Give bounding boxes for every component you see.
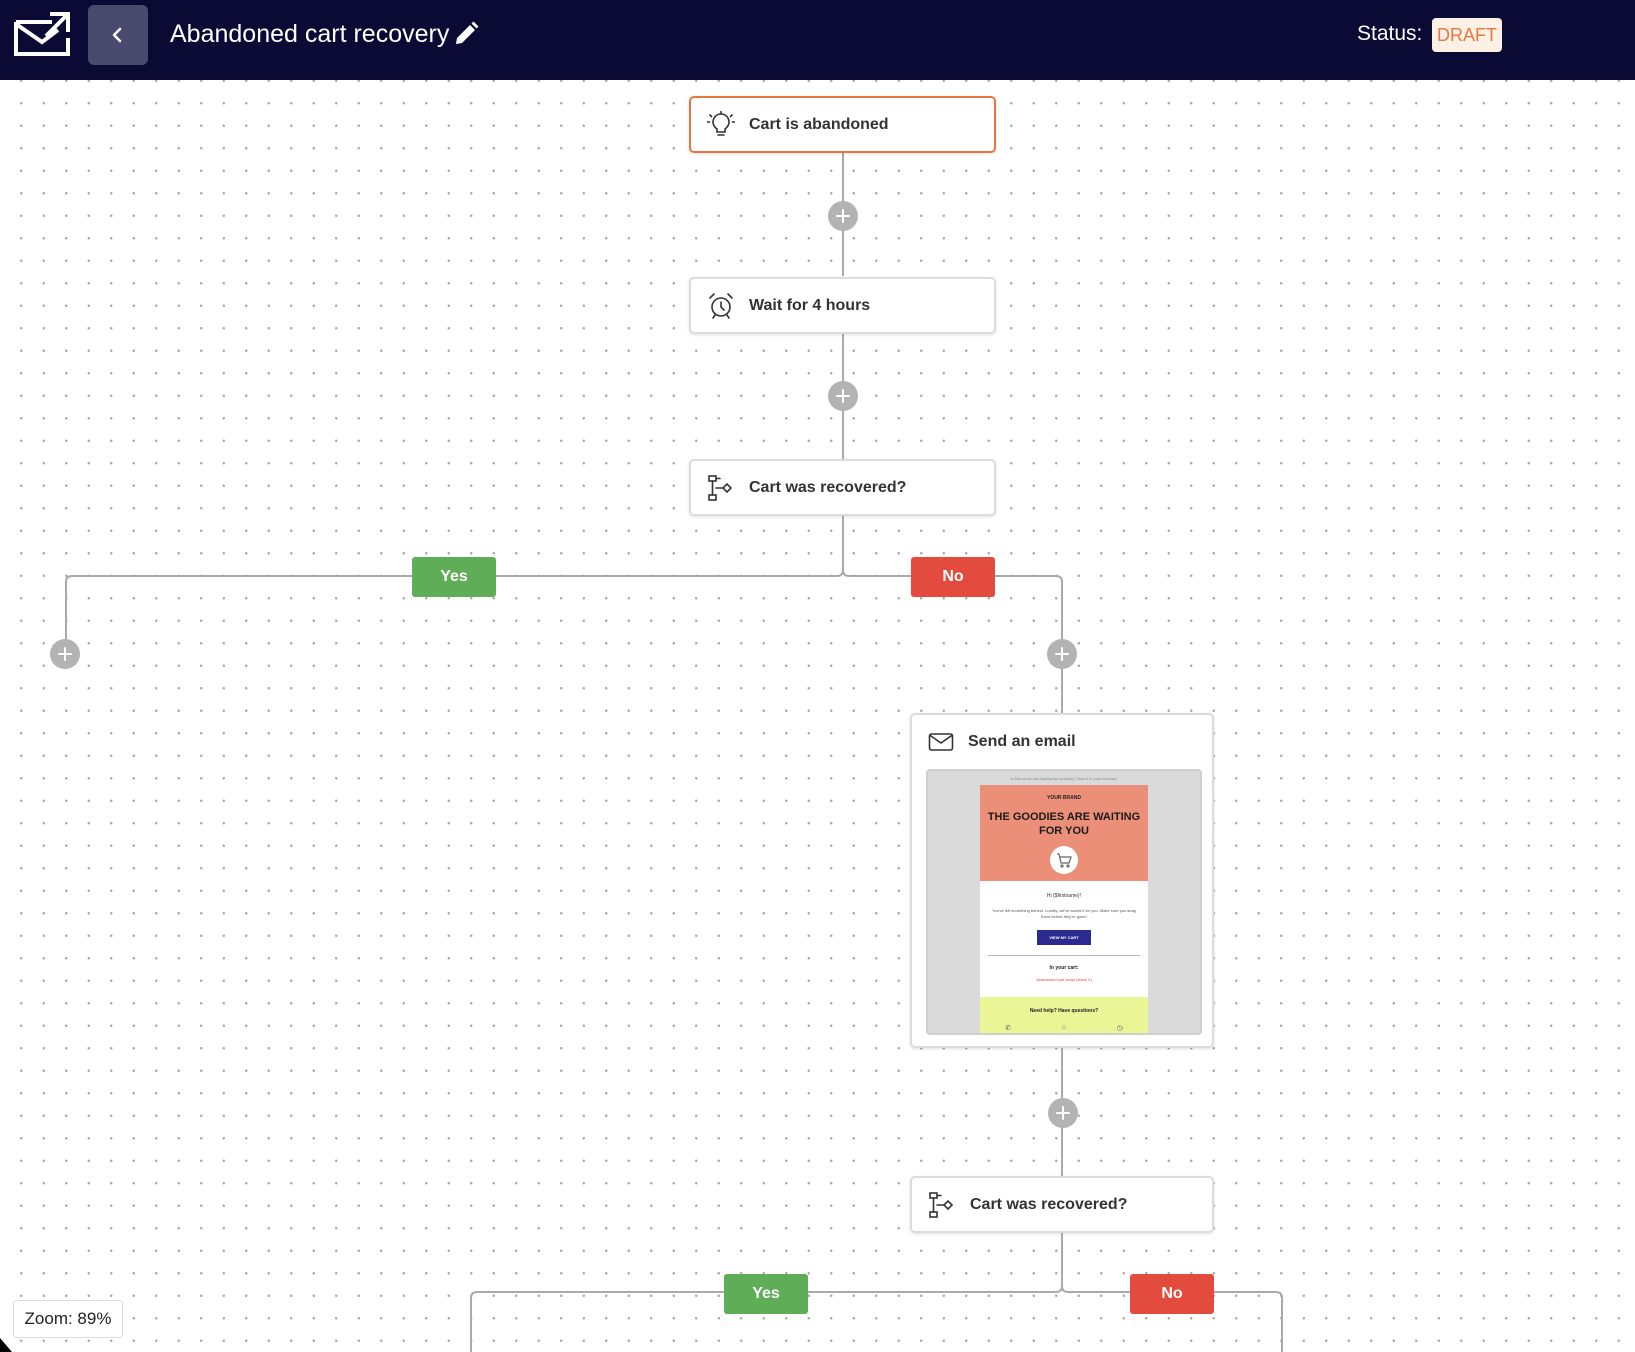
pencil-edit-icon[interactable]: [452, 20, 480, 48]
add-step-button[interactable]: [828, 201, 858, 231]
add-step-button[interactable]: [828, 381, 858, 411]
email-preheader: Is this email not displaying correctly? …: [1010, 776, 1118, 781]
wait-node[interactable]: Wait for 4 hours: [689, 277, 996, 334]
alarm-clock-icon: [709, 292, 733, 319]
wait-node-label: Wait for 4 hours: [749, 296, 871, 314]
email-cart-script: Abandoned cart script (block X): [1036, 977, 1092, 982]
email-headline: THE GOODIES ARE WAITING FOR YOU: [987, 811, 1141, 837]
add-step-button[interactable]: [1048, 1098, 1078, 1128]
add-step-button[interactable]: [50, 639, 80, 669]
status-label: Status:: [1357, 22, 1423, 45]
trigger-node-label: Cart is abandoned: [749, 115, 889, 133]
yes-branch-label: Yes: [412, 557, 496, 597]
no-branch-label: No: [1130, 1274, 1214, 1314]
email-footer: Need help? Have questions? ✆ ⌂ ◷: [980, 997, 1148, 1033]
add-step-button[interactable]: [1047, 639, 1077, 669]
email-footer-icons: ✆ ⌂ ◷: [980, 1024, 1148, 1032]
lightbulb-icon: [707, 110, 735, 136]
workflow-title: Abandoned cart recovery: [170, 20, 450, 48]
email-preview[interactable]: Is this email not displaying correctly? …: [926, 769, 1202, 1035]
store-icon: ⌂: [1061, 1024, 1066, 1031]
email-greeting: Hi {$firstname}!: [1046, 893, 1082, 899]
corner-marker: [0, 1338, 12, 1352]
plus-icon: [836, 209, 850, 223]
email-divider: [988, 955, 1140, 956]
email-node-header: Send an email: [928, 731, 1076, 753]
email-in-cart: In your cart:: [1049, 965, 1079, 971]
plus-icon: [1056, 1106, 1070, 1120]
back-button[interactable]: [88, 5, 148, 65]
plus-icon: [1055, 647, 1069, 661]
condition-icon: [708, 474, 733, 501]
email-copy: You've left something behind. Luckily, w…: [992, 908, 1136, 919]
email-brand: YOUR BRAND: [1047, 795, 1081, 801]
email-cta-button: VIEW MY CART: [1037, 930, 1091, 945]
email-body: Hi {$firstname}! You've left something b…: [980, 881, 1148, 997]
top-bar: Abandoned cart recovery Status: DRAFT: [0, 0, 1635, 80]
email-help-text: Need help? Have questions?: [1029, 1008, 1099, 1014]
trigger-node[interactable]: Cart is abandoned: [689, 96, 996, 153]
status-badge: DRAFT: [1432, 18, 1502, 52]
zoom-indicator: Zoom: 89%: [13, 1300, 123, 1338]
plus-icon: [836, 389, 850, 403]
shopping-cart-icon: [1050, 846, 1078, 874]
envelope-icon: [928, 733, 954, 751]
no-branch-label: No: [911, 557, 995, 597]
chevron-left-icon: [112, 27, 122, 43]
condition-node[interactable]: Cart was recovered?: [689, 459, 996, 516]
phone-icon: ✆: [1005, 1025, 1012, 1032]
mail-logo-icon: [14, 12, 70, 56]
condition-node-label: Cart was recovered?: [970, 1195, 1128, 1213]
yes-branch-label: Yes: [724, 1274, 808, 1314]
condition-icon: [929, 1191, 954, 1218]
email-hero: YOUR BRAND THE GOODIES ARE WAITING FOR Y…: [980, 785, 1148, 881]
condition-node-label: Cart was recovered?: [749, 478, 907, 496]
send-email-node[interactable]: Send an email Is this email not displayi…: [910, 713, 1214, 1048]
condition-node[interactable]: Cart was recovered?: [910, 1176, 1214, 1233]
clock-icon: ◷: [1116, 1025, 1123, 1032]
workflow-canvas[interactable]: [0, 80, 1635, 1352]
plus-icon: [58, 647, 72, 661]
email-node-label: Send an email: [968, 733, 1076, 750]
